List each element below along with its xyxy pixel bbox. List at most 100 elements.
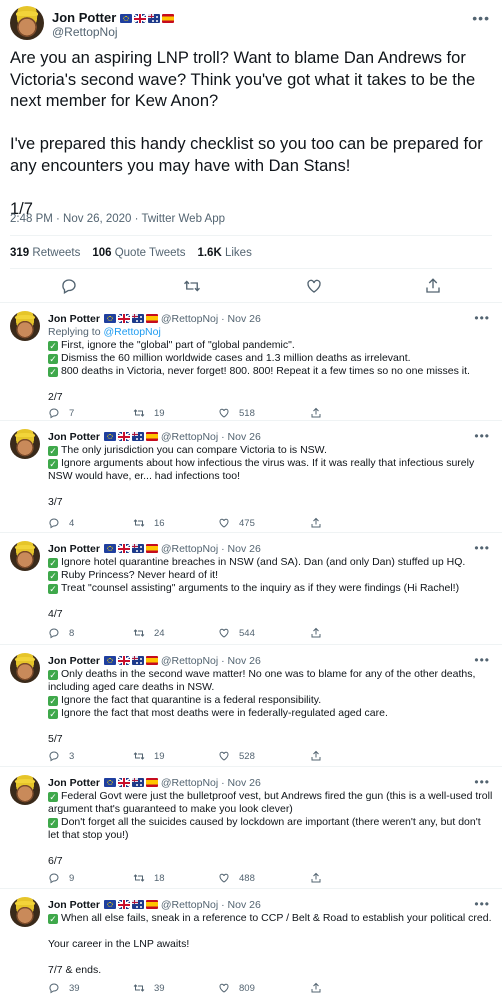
author-name[interactable]: Jon Potter bbox=[48, 777, 100, 789]
reply-button[interactable]: 3 bbox=[48, 750, 74, 762]
reply-header: Jon Potter @RettopNoj · Nov 26 bbox=[48, 655, 261, 667]
au-flag-icon bbox=[131, 432, 144, 441]
list-item: ✓ Ignore the fact that most deaths were i… bbox=[48, 707, 494, 720]
reply-header: Jon Potter @RettopNoj · Nov 26 bbox=[48, 777, 261, 789]
retweet-button[interactable]: 16 bbox=[133, 517, 165, 529]
author-handle[interactable]: @RettopNoj bbox=[52, 25, 118, 39]
like-button[interactable]: 488 bbox=[218, 872, 255, 884]
quote-tweets-stat[interactable]: 106 Quote Tweets bbox=[92, 247, 185, 259]
tweet-date[interactable]: Nov 26 bbox=[228, 777, 261, 789]
retweet-count: 19 bbox=[154, 407, 165, 419]
likes-label: Likes bbox=[224, 247, 252, 259]
reply-header: Jon Potter @RettopNoj · Nov 26 bbox=[48, 313, 261, 325]
heart-icon[interactable] bbox=[305, 277, 323, 295]
eu-flag-icon bbox=[103, 656, 116, 665]
share-button[interactable] bbox=[310, 982, 322, 994]
share-icon[interactable] bbox=[424, 277, 442, 295]
reply-button[interactable]: 39 bbox=[48, 982, 80, 994]
retweet-button[interactable]: 24 bbox=[133, 627, 165, 639]
reply-tweet[interactable]: Jon Potter @RettopNoj · Nov 26 ••• ✓ The … bbox=[0, 420, 502, 532]
like-button[interactable]: 518 bbox=[218, 407, 255, 419]
reply-icon[interactable] bbox=[60, 277, 78, 295]
author-handle[interactable]: @RettopNoj bbox=[161, 543, 218, 555]
like-button[interactable]: 809 bbox=[218, 982, 255, 994]
author-handle[interactable]: @RettopNoj bbox=[161, 313, 218, 325]
thread-counter: 7/7 & ends. bbox=[48, 964, 102, 976]
more-icon[interactable]: ••• bbox=[474, 311, 490, 325]
eu-flag-icon bbox=[120, 14, 133, 23]
share-button[interactable] bbox=[310, 750, 322, 762]
author-handle[interactable]: @RettopNoj bbox=[161, 899, 218, 911]
avatar[interactable] bbox=[10, 541, 40, 571]
author-handle[interactable]: @RettopNoj bbox=[161, 777, 218, 789]
check-icon: ✓ bbox=[48, 367, 58, 377]
reply-button[interactable]: 9 bbox=[48, 872, 74, 884]
tweet-text: ✓ First, ignore the "global" part of "glo… bbox=[48, 339, 494, 404]
author-name-text[interactable]: Jon Potter bbox=[52, 10, 116, 25]
reply-tweet[interactable]: Jon Potter @RettopNoj · Nov 26 ••• ✓ When… bbox=[0, 888, 502, 1000]
author-handle[interactable]: @RettopNoj bbox=[161, 431, 218, 443]
tweet-date[interactable]: Nov 26 bbox=[228, 431, 261, 443]
retweets-stat[interactable]: 319 Retweets bbox=[10, 247, 80, 259]
author-name[interactable]: Jon Potter bbox=[48, 313, 100, 325]
avatar[interactable] bbox=[10, 6, 44, 40]
author-name[interactable]: Jon Potter bbox=[48, 899, 100, 911]
au-flag-icon bbox=[131, 314, 144, 323]
reply-tweet[interactable]: Jon Potter @RettopNoj · Nov 26 ••• ✓ Only… bbox=[0, 644, 502, 766]
line-text: First, ignore the "global" part of "glob… bbox=[61, 339, 295, 351]
avatar[interactable] bbox=[10, 775, 40, 805]
more-icon[interactable]: ••• bbox=[472, 10, 490, 26]
tweet-date[interactable]: Nov 26 bbox=[228, 313, 261, 325]
share-button[interactable] bbox=[310, 517, 322, 529]
line-text: Don't forget all the suicides caused by … bbox=[48, 816, 481, 841]
quote-count: 106 bbox=[92, 247, 112, 259]
reply-button[interactable]: 7 bbox=[48, 407, 74, 419]
tweet-actions: 9 18 488 bbox=[48, 872, 488, 884]
retweet-button[interactable]: 19 bbox=[133, 407, 165, 419]
author-name[interactable]: Jon Potter bbox=[52, 10, 175, 25]
more-icon[interactable]: ••• bbox=[474, 653, 490, 667]
author-handle[interactable]: @RettopNoj bbox=[161, 655, 218, 667]
tweet-text: ✓ Federal Govt were just the bulletproof … bbox=[48, 790, 494, 868]
avatar[interactable] bbox=[10, 429, 40, 459]
more-icon[interactable]: ••• bbox=[474, 897, 490, 911]
tweet-date[interactable]: Nov 26 bbox=[228, 899, 261, 911]
tweet-timestamp[interactable]: 2:48 PM · Nov 26, 2020 · Twitter Web App bbox=[10, 213, 225, 225]
author-name[interactable]: Jon Potter bbox=[48, 543, 100, 555]
share-icon bbox=[311, 872, 321, 883]
like-button[interactable]: 544 bbox=[218, 627, 255, 639]
reply-header: Jon Potter @RettopNoj · Nov 26 bbox=[48, 431, 261, 443]
reply-tweet[interactable]: Jon Potter @RettopNoj · Nov 26 ••• ✓ Fede… bbox=[0, 766, 502, 888]
avatar[interactable] bbox=[10, 653, 40, 683]
check-icon: ✓ bbox=[48, 696, 58, 706]
avatar[interactable] bbox=[10, 311, 40, 341]
retweet-icon[interactable] bbox=[183, 277, 201, 295]
reply-button[interactable]: 4 bbox=[48, 517, 74, 529]
more-icon[interactable]: ••• bbox=[474, 429, 490, 443]
avatar[interactable] bbox=[10, 897, 40, 927]
author-name[interactable]: Jon Potter bbox=[48, 655, 100, 667]
likes-stat[interactable]: 1.6K Likes bbox=[197, 247, 251, 259]
more-icon[interactable]: ••• bbox=[474, 541, 490, 555]
retweet-button[interactable]: 18 bbox=[133, 872, 165, 884]
share-button[interactable] bbox=[310, 407, 322, 419]
author-name[interactable]: Jon Potter bbox=[48, 431, 100, 443]
tweet-date[interactable]: Nov 26 bbox=[228, 543, 261, 555]
replying-handle[interactable]: @RettopNoj bbox=[103, 326, 160, 338]
like-button[interactable]: 528 bbox=[218, 750, 255, 762]
share-button[interactable] bbox=[310, 872, 322, 884]
share-button[interactable] bbox=[310, 627, 322, 639]
like-button[interactable]: 475 bbox=[218, 517, 255, 529]
retweet-button[interactable]: 19 bbox=[133, 750, 165, 762]
tweet-actions: 8 24 544 bbox=[48, 627, 488, 639]
reply-tweet[interactable]: Jon Potter @RettopNoj · Nov 26 ••• Reply… bbox=[0, 302, 502, 420]
reply-button[interactable]: 8 bbox=[48, 627, 74, 639]
tweet-date[interactable]: Nov 26 bbox=[228, 655, 261, 667]
thread-counter: 6/7 bbox=[48, 855, 63, 867]
list-item: ✓ 800 deaths in Victoria, never forget! 8… bbox=[48, 365, 494, 378]
like-count: 518 bbox=[239, 407, 255, 419]
heart-icon bbox=[219, 983, 229, 993]
more-icon[interactable]: ••• bbox=[474, 775, 490, 789]
reply-tweet[interactable]: Jon Potter @RettopNoj · Nov 26 ••• ✓ Igno… bbox=[0, 532, 502, 644]
retweet-button[interactable]: 39 bbox=[133, 982, 165, 994]
